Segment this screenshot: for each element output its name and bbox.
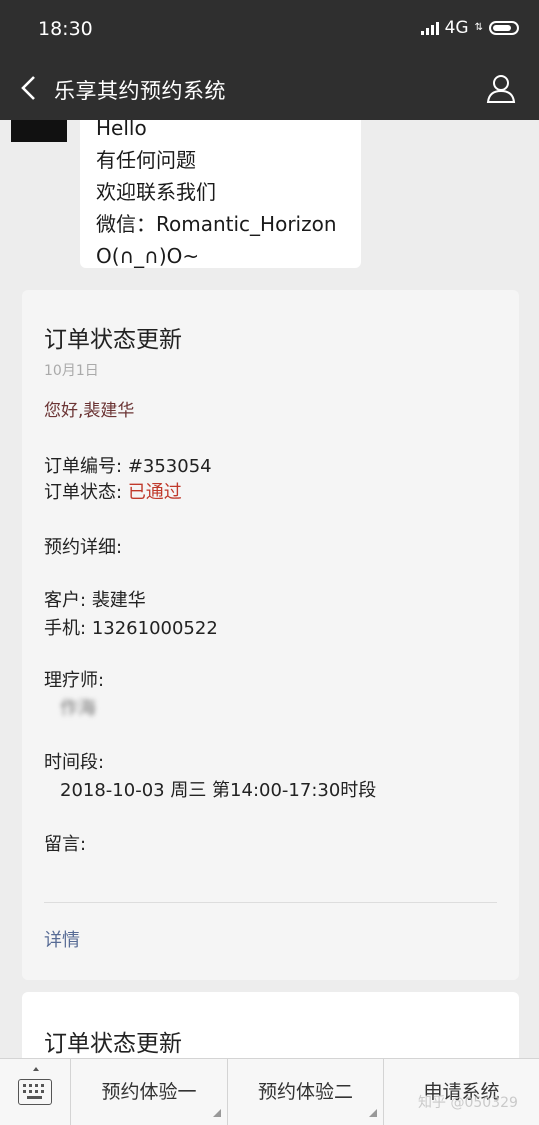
menu-label: 预约体验二	[257, 1081, 353, 1103]
order-status-card[interactable]: 订单状态更新 10月1日 您好,裴建华 订单编号: #353054 订单状态: …	[22, 290, 519, 980]
order-status-row: 订单状态: 已通过	[44, 478, 182, 504]
watermark: 知乎 @050329	[418, 1095, 518, 1111]
timeslot-value: 2018-10-03 周三 第14:00-17:30时段	[60, 780, 377, 801]
details-heading: 预约详细:	[44, 537, 123, 558]
customer-label: 客户:	[44, 590, 87, 611]
details-link[interactable]: 详情	[44, 926, 80, 952]
nav-bar: 乐享其约预约系统	[0, 58, 539, 120]
card-title: 订单状态更新	[44, 1031, 182, 1057]
page-title: 乐享其约预约系统	[54, 79, 226, 103]
signal-icon	[420, 21, 439, 35]
therapist-name: 作海	[60, 698, 96, 719]
card-date: 10月1日	[44, 363, 99, 379]
caret-up-icon	[33, 1067, 39, 1071]
order-status-label: 订单状态:	[44, 482, 123, 503]
order-number: #353054	[127, 456, 212, 477]
order-number-label: 订单编号:	[44, 456, 123, 477]
data-arrows-icon: ⇅	[474, 22, 483, 33]
message-bubble: Hello 有任何问题 欢迎联系我们 微信：Romantic_Horizon O…	[80, 120, 361, 268]
menu-label: 预约体验一	[101, 1081, 197, 1103]
status-bar: 18:30 4G ⇅	[0, 0, 539, 58]
message-line: Hello	[96, 120, 147, 140]
phone-label: 手机:	[44, 618, 87, 639]
back-arrow-icon[interactable]	[18, 74, 42, 102]
message-line: 欢迎联系我们	[96, 180, 216, 204]
user-profile-icon[interactable]	[485, 72, 517, 104]
order-number-row: 订单编号: #353054	[44, 452, 212, 478]
phone-number: 13261000522	[91, 618, 218, 639]
sender-avatar	[11, 120, 67, 142]
phone-row: 手机: 13261000522	[44, 614, 218, 640]
battery-icon	[489, 21, 519, 35]
status-icons: 4G ⇅	[420, 18, 519, 38]
message-line: 微信：Romantic_Horizon	[96, 212, 337, 236]
chat-content[interactable]: Hello 有任何问题 欢迎联系我们 微信：Romantic_Horizon O…	[0, 120, 539, 1058]
message-line: O(∩_∩)O~	[96, 244, 200, 268]
card-title: 订单状态更新	[44, 327, 182, 353]
order-status-card-2[interactable]: 订单状态更新	[22, 992, 519, 1058]
submenu-indicator-icon	[213, 1109, 221, 1117]
therapist-label: 理疗师:	[44, 670, 105, 691]
menu-item-experience-2[interactable]: 预约体验二	[228, 1059, 384, 1125]
message-line: 有任何问题	[96, 148, 196, 172]
order-status-value: 已通过	[127, 482, 182, 503]
note-label: 留言:	[44, 834, 87, 855]
customer-name: 裴建华	[91, 590, 146, 611]
network-type: 4G	[444, 18, 469, 38]
keyboard-icon	[18, 1079, 52, 1105]
customer-row: 客户: 裴建华	[44, 586, 146, 612]
timeslot-label: 时间段:	[44, 752, 105, 773]
keyboard-toggle-button[interactable]	[0, 1059, 71, 1125]
greeting: 您好,裴建华	[44, 401, 135, 421]
menu-item-experience-1[interactable]: 预约体验一	[71, 1059, 228, 1125]
card-divider	[44, 902, 497, 903]
status-time: 18:30	[38, 18, 93, 40]
submenu-indicator-icon	[369, 1109, 377, 1117]
